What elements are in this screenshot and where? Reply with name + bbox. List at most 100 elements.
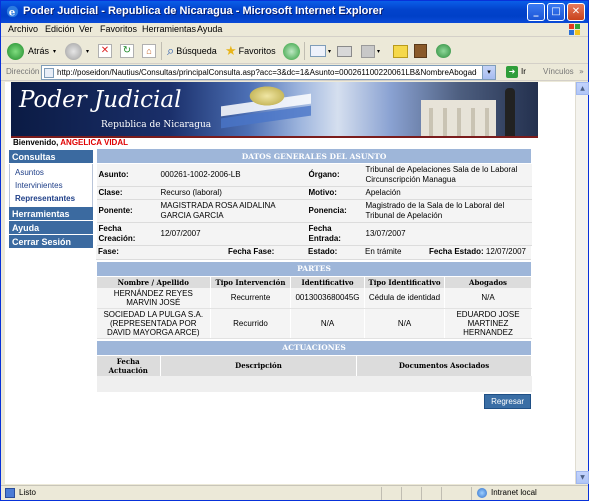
ponente-label: Ponente:	[96, 199, 159, 223]
printer-icon	[337, 45, 352, 57]
datos-generales-header: DATOS GENERALES DEL ASUNTO	[95, 148, 533, 164]
menu-herramientas[interactable]: Herramientas	[142, 24, 196, 34]
refresh-button[interactable]: ↻	[120, 41, 134, 61]
building-image	[421, 100, 496, 138]
table-row: HERNÁNDEZ REYES MARVIN JOSÉ Recurrente 0…	[96, 287, 533, 309]
svg-text:e: e	[9, 6, 16, 18]
col-documentos: Documentos Asociados	[356, 355, 532, 376]
search-button[interactable]: ⌕ Búsqueda	[167, 41, 217, 61]
messenger-button[interactable]	[436, 41, 451, 61]
sidebar-item-intervinientes[interactable]: Intervinientes	[10, 179, 92, 192]
sidebar-submenu: Asuntos Intervinientes Representantes	[9, 164, 93, 207]
sidebar: Consultas Asuntos Intervinientes Represe…	[9, 150, 93, 249]
menu-ver[interactable]: Ver	[79, 24, 93, 34]
fase-label: Fase:	[96, 246, 126, 260]
fecha-creacion-value: 12/07/2007	[158, 222, 307, 246]
welcome-line: Bienvenido, ANGELICA VIDAL	[13, 138, 128, 147]
sidebar-item-representantes[interactable]: Representantes	[10, 192, 92, 205]
favorites-button[interactable]: ★ Favoritos	[225, 41, 276, 61]
back-button[interactable]: Atrás ▾	[7, 41, 56, 61]
url-text[interactable]: http://poseidon/Nautius/Consultas/princi…	[57, 68, 477, 77]
refresh-icon: ↻	[120, 44, 134, 58]
menu-ayuda[interactable]: Ayuda	[197, 24, 222, 34]
parte-tipo-intervencion: Recurrente	[210, 287, 291, 309]
estado-value: En trámite	[363, 246, 427, 260]
close-button[interactable]: ✕	[567, 3, 585, 21]
scroll-down-icon[interactable]: ▼	[576, 471, 589, 484]
page-status-icon	[5, 488, 15, 498]
note-icon	[393, 44, 408, 58]
url-field[interactable]: http://poseidon/Nautius/Consultas/princi…	[41, 65, 496, 80]
stop-button[interactable]: ✕	[98, 41, 112, 61]
user-name: ANGELICA VIDAL	[60, 138, 128, 147]
search-label: Búsqueda	[176, 46, 217, 56]
go-arrow-icon[interactable]: ➜	[506, 66, 518, 78]
address-label: Dirección	[6, 67, 40, 76]
sidebar-herramientas[interactable]: Herramientas	[9, 207, 93, 221]
sidebar-ayuda[interactable]: Ayuda	[9, 221, 93, 235]
menu-favoritos[interactable]: Favoritos	[100, 24, 137, 34]
favorites-label: Favoritos	[238, 46, 276, 56]
parte-nombre: SOCIEDAD LA PULGA S.A. (REPRESENTADA POR…	[96, 308, 211, 339]
mail-button[interactable]: ▾	[310, 41, 331, 61]
edit-button[interactable]: ▾	[361, 41, 380, 61]
links-label[interactable]: Vínculos	[543, 67, 574, 76]
maximize-button[interactable]: □	[547, 3, 565, 21]
back-dropdown-icon[interactable]: ▾	[53, 48, 56, 55]
col-abogados: Abogados	[444, 276, 533, 288]
minimize-button[interactable]: _	[527, 3, 545, 21]
col-tipo-identificativo: Tipo Identificativo	[364, 276, 445, 288]
history-icon	[283, 42, 300, 60]
status-bar: Listo Intranet local	[1, 485, 588, 500]
back-label: Atrás	[28, 46, 50, 56]
discuss-button[interactable]	[393, 41, 408, 61]
logo-title: Poder Judicial	[19, 87, 182, 113]
parte-tipo-intervencion: Recurrido	[210, 308, 291, 339]
print-button[interactable]	[337, 41, 352, 61]
sidebar-consultas[interactable]: Consultas	[9, 150, 93, 164]
parte-identificativo: 0013003680045G	[290, 287, 365, 309]
links-expand-icon[interactable]: »	[579, 67, 584, 76]
edit-dropdown-icon[interactable]: ▾	[377, 48, 380, 55]
back-arrow-icon	[7, 42, 24, 60]
forward-dropdown-icon[interactable]: ▾	[86, 48, 89, 55]
toolbar: Atrás ▾ ▾ ✕ ↻ ⌂ ⌕ Búsqueda ★ Favoritos ▾…	[1, 38, 588, 64]
actuaciones-table: ACTUACIONES Fecha Actuación Descripción …	[96, 339, 532, 392]
star-icon: ★	[225, 43, 237, 58]
motivo-value: Apelación	[363, 186, 532, 200]
welcome-label: Bienvenido,	[13, 138, 59, 147]
ponencia-label: Ponencia:	[306, 199, 364, 223]
ponente-value: MAGISTRADA ROSA AIDALINA GARCIA GARCIA	[158, 199, 307, 223]
history-button[interactable]	[283, 41, 300, 61]
forward-button[interactable]: ▾	[65, 41, 89, 61]
sidebar-item-asuntos[interactable]: Asuntos	[10, 166, 92, 179]
fase-value	[126, 246, 226, 260]
home-button[interactable]: ⌂	[142, 41, 156, 61]
edit-icon	[361, 44, 375, 58]
browser-window: e Poder Judicial - Republica de Nicaragu…	[0, 0, 589, 501]
regresar-button[interactable]: Regresar	[484, 393, 531, 409]
asunto-value: 000261-1002-2006-LB	[158, 163, 307, 187]
fase-table: Fase: Fecha Fase: Estado: En trámite Fec…	[96, 246, 531, 260]
fecha-creacion-label: Fecha Creación:	[96, 222, 159, 246]
estado-label: Estado:	[306, 246, 363, 260]
research-button[interactable]	[414, 41, 427, 61]
title-bar[interactable]: e Poder Judicial - Republica de Nicaragu…	[1, 1, 588, 23]
menu-archivo[interactable]: Archivo	[8, 24, 38, 34]
security-zone-text: Intranet local	[491, 488, 537, 497]
menu-edicion[interactable]: Edición	[45, 24, 75, 34]
url-dropdown-icon[interactable]: ▾	[482, 66, 495, 79]
scroll-up-icon[interactable]: ▲	[576, 82, 589, 95]
clase-value: Recurso (laboral)	[158, 186, 307, 200]
mail-dropdown-icon[interactable]: ▾	[328, 48, 331, 55]
fecha-estado-value: 12/07/2007	[485, 247, 526, 257]
go-button[interactable]: Ir	[521, 67, 526, 76]
fecha-estado-label: Fecha Estado:	[429, 247, 484, 257]
actuaciones-header: ACTUACIONES	[96, 339, 532, 356]
windows-logo-icon	[569, 24, 580, 35]
vertical-scrollbar[interactable]: ▲ ▼	[575, 82, 589, 484]
justice-statue-image	[505, 88, 515, 138]
logo-subtitle: Republica de Nicaragua	[101, 120, 212, 130]
sidebar-cerrar-sesion[interactable]: Cerrar Sesión	[9, 235, 93, 249]
status-text: Listo	[19, 488, 36, 497]
